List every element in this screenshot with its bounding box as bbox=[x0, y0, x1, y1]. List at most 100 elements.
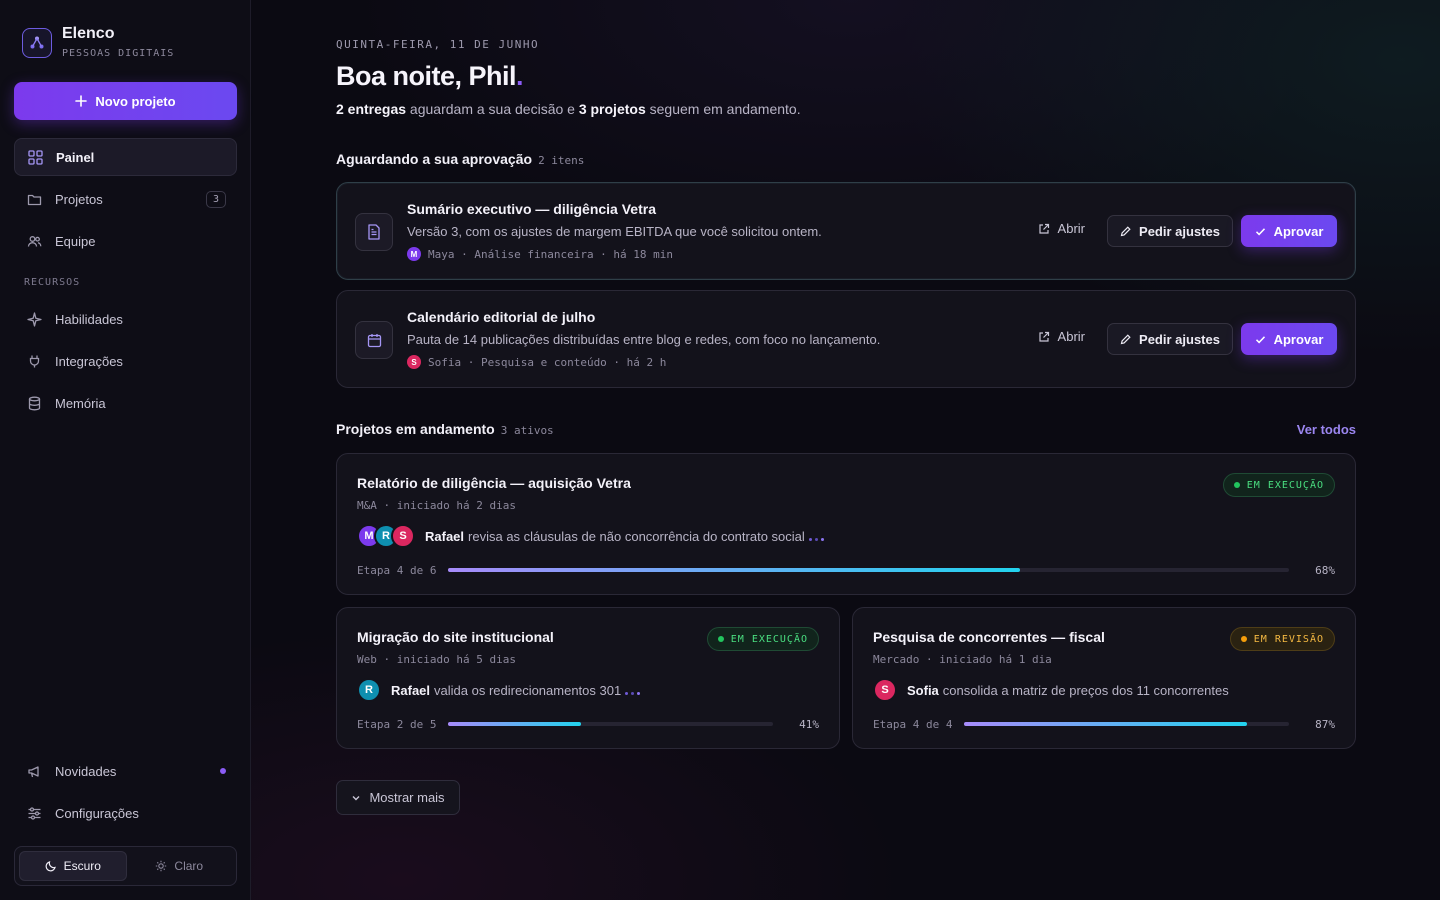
open-button[interactable]: Abrir bbox=[1038, 329, 1085, 344]
progress-percent: 87% bbox=[1315, 718, 1335, 731]
nav-item-projetos[interactable]: Projetos 3 bbox=[14, 180, 237, 218]
avatar: S bbox=[391, 524, 415, 548]
avatar: M bbox=[407, 247, 421, 261]
project-activity: R Rafael valida os redirecionamentos 301 bbox=[357, 678, 641, 702]
see-all-link[interactable]: Ver todos bbox=[1297, 422, 1356, 437]
current-date: QUINTA-FEIRA, 11 DE JUNHO bbox=[336, 38, 540, 51]
bottom-nav: Novidades Configurações bbox=[14, 752, 237, 832]
nav-item-equipe[interactable]: Equipe bbox=[14, 222, 237, 260]
nav-item-memoria[interactable]: Memória bbox=[14, 384, 237, 422]
theme-dark-label: Escuro bbox=[63, 859, 101, 873]
approval-title: Sumário executivo — diligência Vetra bbox=[407, 201, 656, 217]
nav-label: Habilidades bbox=[55, 311, 123, 327]
external-link-icon bbox=[1038, 331, 1049, 342]
external-link-icon bbox=[1038, 223, 1049, 234]
approval-description: Pauta de 14 publicações distribuídas ent… bbox=[407, 332, 881, 347]
grid-icon bbox=[27, 149, 43, 165]
summary-line: 2 entregas aguardam a sua decisão e 3 pr… bbox=[336, 101, 801, 117]
theme-dark-option[interactable]: Escuro bbox=[19, 851, 127, 881]
nav-item-configuracoes[interactable]: Configurações bbox=[14, 794, 237, 832]
approval-title: Calendário editorial de julho bbox=[407, 309, 596, 325]
approval-card[interactable]: Calendário editorial de julho Pauta de 1… bbox=[336, 290, 1356, 388]
sun-icon bbox=[156, 860, 167, 872]
database-icon bbox=[26, 395, 42, 411]
nav-item-habilidades[interactable]: Habilidades bbox=[14, 300, 237, 338]
request-changes-button[interactable]: Pedir ajustes bbox=[1107, 323, 1233, 355]
users-icon bbox=[26, 233, 42, 249]
avatar-stack: M R S bbox=[357, 524, 415, 548]
progress-percent: 41% bbox=[799, 718, 819, 731]
moon-icon bbox=[45, 861, 56, 872]
nav-label: Novidades bbox=[55, 763, 117, 779]
nav-label: Projetos bbox=[55, 191, 103, 207]
project-title: Migração do site institucional bbox=[357, 629, 554, 645]
plug-icon bbox=[26, 353, 42, 369]
progress-bar bbox=[964, 722, 1289, 726]
nav-item-integracoes[interactable]: Integrações bbox=[14, 342, 237, 380]
nav-label: Painel bbox=[56, 149, 95, 165]
approval-meta: S Sofia · Pesquisa e conteúdo · há 2 h bbox=[407, 355, 666, 369]
pencil-icon bbox=[1120, 225, 1131, 236]
brand[interactable]: Elenco PESSOAS DIGITAIS bbox=[22, 26, 174, 59]
sparkle-icon bbox=[26, 311, 42, 327]
project-card[interactable]: Relatório de diligência — aquisição Vetr… bbox=[336, 453, 1356, 595]
project-stage: Etapa 2 de 5 bbox=[357, 718, 437, 731]
avatar: S bbox=[873, 678, 897, 702]
calendar-icon bbox=[355, 321, 393, 359]
status-badge: EM REVISÃO bbox=[1229, 627, 1335, 651]
nav-label: Memória bbox=[55, 395, 106, 411]
folder-icon bbox=[26, 191, 42, 207]
nav-label: Integrações bbox=[55, 353, 123, 369]
sliders-icon bbox=[26, 805, 42, 821]
nav-label: Equipe bbox=[55, 233, 96, 249]
nav-item-novidades[interactable]: Novidades bbox=[14, 752, 237, 790]
main-content: QUINTA-FEIRA, 11 DE JUNHO Boa noite, Phi… bbox=[251, 0, 1440, 900]
approvals-section-title: Aguardando a sua aprovação 2 itens bbox=[336, 151, 585, 167]
resources-nav: Habilidades Integrações Memória bbox=[14, 300, 237, 422]
plus-icon bbox=[75, 95, 88, 107]
projects-section-title: Projetos em andamento 3 ativos bbox=[336, 421, 554, 437]
nav-label: Configurações bbox=[55, 805, 139, 821]
project-title: Relatório de diligência — aquisição Vetr… bbox=[357, 475, 631, 491]
theme-light-label: Claro bbox=[174, 859, 204, 873]
brand-subtitle: PESSOAS DIGITAIS bbox=[62, 48, 175, 59]
pencil-icon bbox=[1120, 333, 1131, 344]
progress-percent: 68% bbox=[1315, 564, 1335, 577]
new-project-label: Novo projeto bbox=[95, 93, 176, 109]
typing-indicator bbox=[808, 531, 824, 541]
megaphone-icon bbox=[26, 763, 42, 779]
open-button[interactable]: Abrir bbox=[1038, 221, 1085, 236]
typing-indicator bbox=[625, 685, 641, 695]
approve-button[interactable]: Aprovar bbox=[1241, 215, 1337, 247]
chevron-down-icon bbox=[352, 795, 360, 800]
approve-button[interactable]: Aprovar bbox=[1241, 323, 1337, 355]
approval-card[interactable]: Sumário executivo — diligência Vetra Ver… bbox=[336, 182, 1356, 280]
show-more-button[interactable]: Mostrar mais bbox=[336, 780, 460, 815]
approvals-count: 2 itens bbox=[538, 154, 585, 167]
status-badge: EM EXECUÇÃO bbox=[706, 627, 819, 651]
request-changes-button[interactable]: Pedir ajustes bbox=[1107, 215, 1233, 247]
brand-name: Elenco bbox=[62, 25, 115, 42]
theme-light-option[interactable]: Claro bbox=[127, 851, 233, 881]
brand-logo-icon bbox=[22, 27, 52, 58]
progress-bar bbox=[448, 722, 773, 726]
unread-dot bbox=[220, 768, 226, 774]
project-activity: S Sofia consolida a matriz de preços dos … bbox=[873, 678, 1229, 702]
resources-section-label: RECURSOS bbox=[24, 277, 81, 288]
document-icon bbox=[355, 213, 393, 251]
nav-item-painel[interactable]: Painel bbox=[14, 138, 237, 176]
project-card[interactable]: Pesquisa de concorrentes — fiscal Mercad… bbox=[852, 607, 1356, 749]
avatar-stack: S bbox=[873, 678, 897, 702]
check-icon bbox=[1255, 227, 1265, 235]
project-stage: Etapa 4 de 4 bbox=[873, 718, 953, 731]
sidebar: Elenco PESSOAS DIGITAIS Novo projeto Pai… bbox=[0, 0, 251, 900]
project-card[interactable]: Migração do site institucional Web · ini… bbox=[336, 607, 840, 749]
project-meta: Mercado · iniciado há 1 dia bbox=[873, 653, 1052, 666]
new-project-button[interactable]: Novo projeto bbox=[14, 82, 237, 120]
avatar: R bbox=[357, 678, 381, 702]
check-icon bbox=[1255, 335, 1265, 343]
projects-count-badge: 3 bbox=[206, 191, 226, 208]
project-activity: M R S Rafael revisa as cláusulas de não c… bbox=[357, 524, 824, 548]
status-badge: EM EXECUÇÃO bbox=[1222, 473, 1335, 497]
projects-count: 3 ativos bbox=[500, 424, 554, 437]
